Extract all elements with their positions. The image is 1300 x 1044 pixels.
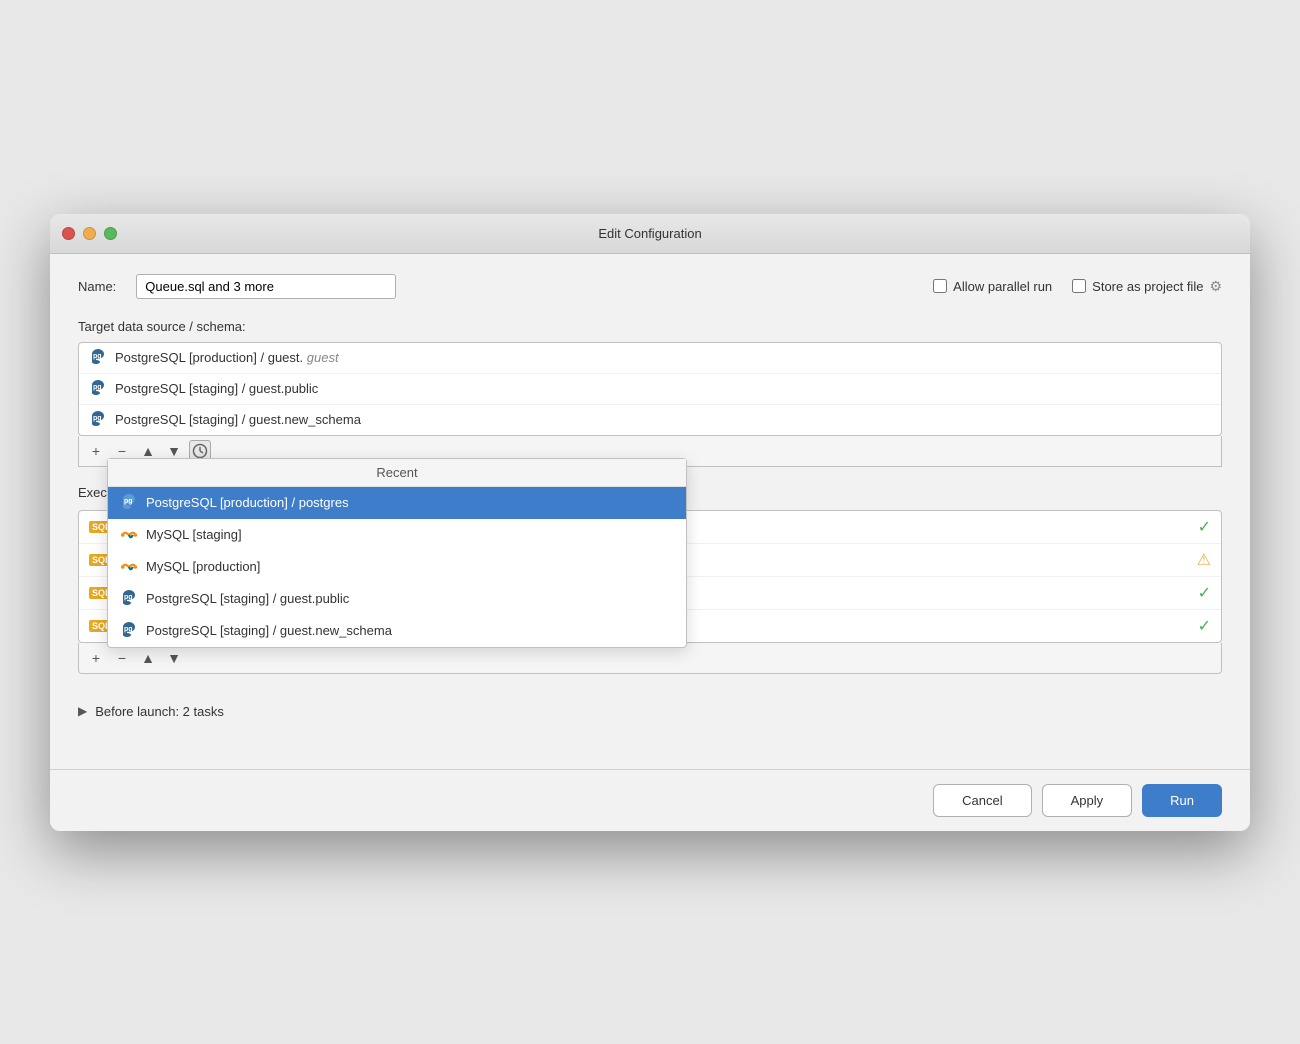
datasource-row[interactable]: pg PostgreSQL [staging] / guest.new_sche… — [79, 405, 1221, 435]
status-ok-icon-2: ✓ — [1198, 583, 1211, 603]
postgresql-icon: pg — [120, 590, 138, 608]
name-row: Name: Allow parallel run Store as projec… — [78, 274, 1222, 299]
target-section-label: Target data source / schema: — [78, 319, 1222, 334]
maximize-button[interactable] — [104, 227, 117, 240]
status-ok-icon-0: ✓ — [1198, 517, 1211, 537]
footer: Cancel Apply Run — [50, 769, 1250, 831]
name-label: Name: — [78, 279, 116, 294]
postgresql-icon: pg — [120, 622, 138, 640]
cancel-button[interactable]: Cancel — [933, 784, 1031, 817]
dropdown-item-1[interactable]: MySQL [staging] — [108, 519, 686, 551]
close-button[interactable] — [62, 227, 75, 240]
dropdown-item-label-2: MySQL [production] — [146, 559, 260, 574]
before-launch-expand-icon[interactable]: ▶ — [78, 704, 87, 718]
postgresql-icon: pg — [89, 380, 107, 398]
dropdown-item-2[interactable]: MySQL [production] — [108, 551, 686, 583]
status-warn-icon-1: ⚠ — [1197, 550, 1211, 570]
checkbox-group: Allow parallel run Store as project file… — [933, 278, 1222, 295]
traffic-lights — [62, 227, 117, 240]
store-project-checkbox[interactable] — [1072, 279, 1086, 293]
svg-text:pg: pg — [93, 384, 102, 391]
gear-icon[interactable]: ⚙ — [1209, 278, 1222, 295]
svg-text:pg: pg — [93, 353, 102, 360]
datasource-box: pg PostgreSQL [production] / guest. gues… — [78, 342, 1222, 436]
minimize-button[interactable] — [83, 227, 96, 240]
allow-parallel-label: Allow parallel run — [953, 279, 1052, 294]
svg-text:pg: pg — [124, 594, 133, 601]
add-script-button[interactable]: + — [85, 647, 107, 669]
titlebar: Edit Configuration — [50, 214, 1250, 254]
datasource-row[interactable]: pg PostgreSQL [production] / guest. gues… — [79, 343, 1221, 374]
datasource-row[interactable]: pg PostgreSQL [staging] / guest.public — [79, 374, 1221, 405]
postgresql-icon: pg — [89, 411, 107, 429]
remove-script-button[interactable]: − — [111, 647, 133, 669]
mysql-icon — [120, 558, 138, 576]
svg-text:pg: pg — [93, 415, 102, 422]
datasource-toolbar: + − ▲ ▼ Recent — [78, 436, 1222, 467]
dropdown-item-0[interactable]: pg PostgreSQL [production] / postgres — [108, 487, 686, 519]
datasource-text-3: PostgreSQL [staging] / guest.new_schema — [115, 412, 361, 427]
window: Edit Configuration Name: Allow parallel … — [50, 214, 1250, 831]
svg-text:pg: pg — [124, 626, 133, 633]
store-project-label: Store as project file — [1092, 279, 1203, 294]
dropdown-item-label-0: PostgreSQL [production] / postgres — [146, 495, 349, 510]
dropdown-item-4[interactable]: pg PostgreSQL [staging] / guest.new_sche… — [108, 615, 686, 647]
dropdown-item-label-3: PostgreSQL [staging] / guest.public — [146, 591, 349, 606]
dropdown-item-label-1: MySQL [staging] — [146, 527, 242, 542]
dropdown-item-3[interactable]: pg PostgreSQL [staging] / guest.public — [108, 583, 686, 615]
postgresql-icon: pg — [120, 494, 138, 512]
svg-text:pg: pg — [124, 498, 133, 505]
dropdown-header: Recent — [108, 459, 686, 487]
datasource-text-1: PostgreSQL [production] / guest. guest — [115, 350, 339, 365]
dropdown-item-label-4: PostgreSQL [staging] / guest.new_schema — [146, 623, 392, 638]
before-launch-label: Before launch: 2 tasks — [95, 704, 224, 719]
move-down-script-button[interactable]: ▼ — [163, 647, 185, 669]
add-datasource-button[interactable]: + — [85, 440, 107, 462]
recent-dropdown: Recent pg PostgreSQL [production] / post… — [107, 458, 687, 648]
clock-icon — [192, 443, 208, 459]
datasource-text-2: PostgreSQL [staging] / guest.public — [115, 381, 318, 396]
mysql-icon — [120, 526, 138, 544]
postgresql-icon: pg — [89, 349, 107, 367]
allow-parallel-item: Allow parallel run — [933, 279, 1052, 294]
before-launch-section: ▶ Before launch: 2 tasks — [78, 704, 1222, 719]
allow-parallel-checkbox[interactable] — [933, 279, 947, 293]
move-up-script-button[interactable]: ▲ — [137, 647, 159, 669]
main-content: Name: Allow parallel run Store as projec… — [50, 254, 1250, 769]
name-input[interactable] — [136, 274, 396, 299]
apply-button[interactable]: Apply — [1042, 784, 1133, 817]
store-project-item: Store as project file ⚙ — [1072, 278, 1222, 295]
status-ok-icon-3: ✓ — [1198, 616, 1211, 636]
window-title: Edit Configuration — [598, 226, 701, 241]
run-button[interactable]: Run — [1142, 784, 1222, 817]
